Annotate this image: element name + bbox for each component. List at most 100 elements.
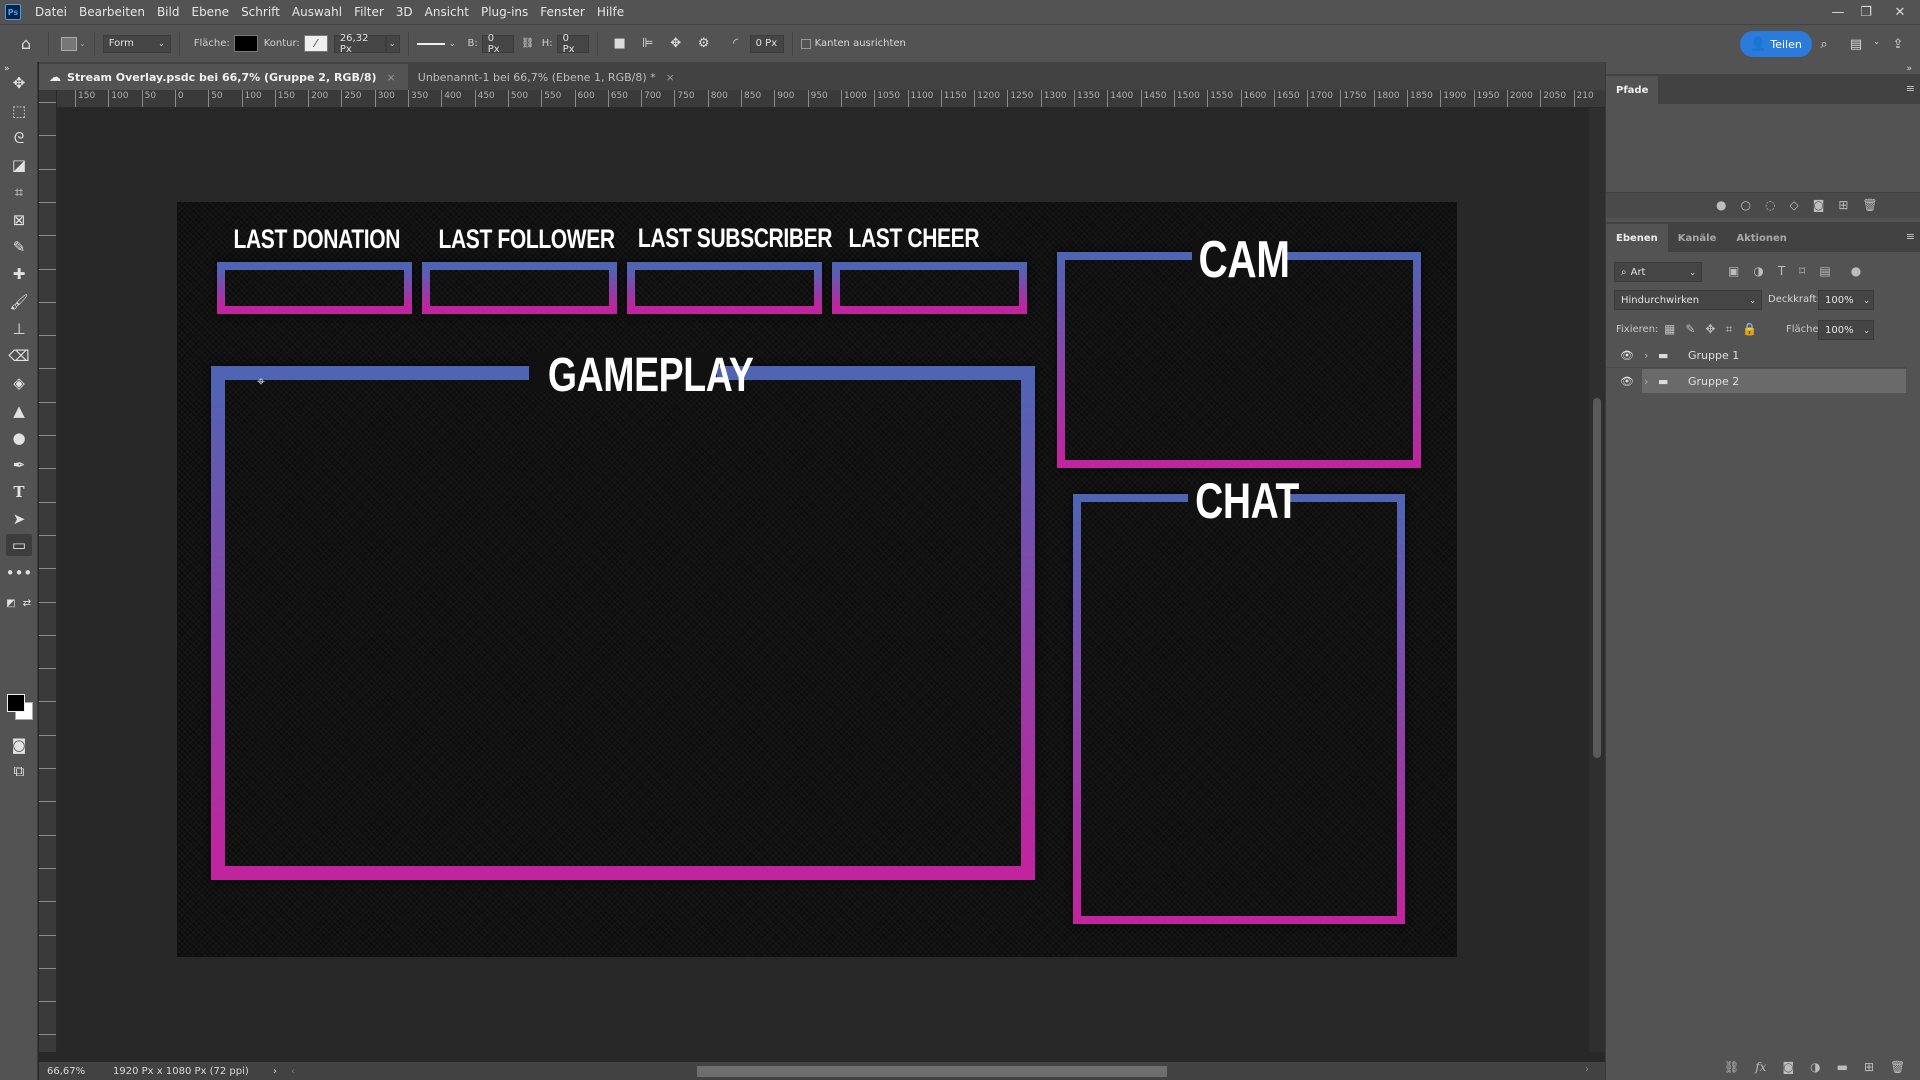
new-layer-icon[interactable]: ⊞ <box>1864 1060 1874 1074</box>
close-tab-icon[interactable]: × <box>387 71 396 84</box>
chevron-down-icon[interactable]: ⌄ <box>1873 37 1880 46</box>
tab-aktionen[interactable]: Aktionen <box>1726 224 1797 252</box>
vertical-ruler[interactable] <box>39 90 57 1052</box>
menu-ebene[interactable]: Ebene <box>191 5 229 19</box>
add-mask-icon[interactable]: ◙ <box>1813 198 1825 212</box>
search-icon[interactable]: ⌕ <box>1814 34 1834 54</box>
stamp-tool-icon[interactable]: ⊥ <box>6 318 32 340</box>
menu-datei[interactable]: Datei <box>35 5 67 19</box>
lock-artboard-icon[interactable]: ⌗ <box>1725 322 1732 337</box>
collapse-panels-icon[interactable]: » <box>1906 64 1912 74</box>
share-button[interactable]: 👤 Teilen <box>1740 31 1812 57</box>
stroke-color-swatch[interactable]: ⁄ <box>303 35 328 52</box>
menu-auswahl[interactable]: Auswahl <box>292 5 342 19</box>
new-group-icon[interactable]: ▬ <box>1837 1060 1848 1074</box>
restore-button[interactable]: ❐ <box>1852 0 1880 24</box>
dodge-tool-icon[interactable]: ● <box>6 427 32 449</box>
fill-color-swatch[interactable] <box>233 35 258 52</box>
menu-bild[interactable]: Bild <box>157 5 180 19</box>
menu-fenster[interactable]: Fenster <box>540 5 585 19</box>
tab-kanaele[interactable]: Kanäle <box>1668 224 1727 252</box>
path-alignment-icon[interactable]: ⊫ <box>638 34 658 54</box>
document-info[interactable]: 1920 Px x 1080 Px (72 ppi) <box>113 1066 273 1077</box>
eraser-tool-icon[interactable]: ⌫ <box>6 345 32 367</box>
screen-mode-icon[interactable]: ⧉ <box>6 760 32 782</box>
shape-tool-preset-icon[interactable] <box>61 36 77 51</box>
chevron-down-icon[interactable]: ⌄ <box>385 34 400 53</box>
scroll-right-icon[interactable]: › <box>1585 1064 1589 1075</box>
vertical-scroll-thumb[interactable] <box>1593 398 1601 758</box>
visibility-eye-icon[interactable]: 👁 <box>1620 349 1644 362</box>
menu-3d[interactable]: 3D <box>396 5 413 19</box>
blend-mode-select[interactable]: Hindurchwirken ⌄ <box>1614 290 1762 310</box>
type-layer-filter-icon[interactable]: T <box>1778 264 1785 278</box>
menu-schrift[interactable]: Schrift <box>241 5 280 19</box>
lock-all-icon[interactable]: 🔒 <box>1742 322 1757 337</box>
make-work-path-icon[interactable]: ◇ <box>1789 198 1798 212</box>
menu-plugins[interactable]: Plug-ins <box>481 5 528 19</box>
menu-hilfe[interactable]: Hilfe <box>597 5 624 19</box>
quick-mask-icon[interactable]: ◙ <box>6 734 32 756</box>
panel-menu-icon[interactable]: ≡ <box>1906 82 1915 95</box>
chevron-right-icon[interactable]: › <box>1644 375 1658 388</box>
healing-brush-tool-icon[interactable]: ✚ <box>6 263 32 285</box>
chevron-down-icon[interactable]: ⌄ <box>449 39 456 48</box>
workspace-icon[interactable]: ▤ <box>1846 34 1866 54</box>
load-selection-icon[interactable]: ◌ <box>1765 198 1775 212</box>
menu-ansicht[interactable]: Ansicht <box>425 5 469 19</box>
layer-row-gruppe-2[interactable]: 👁 › ▬ Gruppe 2 <box>1606 369 1906 393</box>
pen-tool-icon[interactable]: ✒ <box>6 454 32 476</box>
brush-tool-icon[interactable]: 🖌 <box>6 291 32 313</box>
align-edges-checkbox[interactable] <box>800 38 811 49</box>
layer-name[interactable]: Gruppe 2 <box>1688 375 1739 388</box>
tab-stream-overlay[interactable]: ☁ Stream Overlay.psdc bei 66,7% (Gruppe … <box>39 64 408 90</box>
fx-icon[interactable]: fx <box>1755 1060 1766 1074</box>
tab-ebenen[interactable]: Ebenen <box>1606 224 1668 252</box>
new-adjustment-layer-icon[interactable]: ◑ <box>1810 1060 1820 1074</box>
smart-object-filter-icon[interactable]: ▤ <box>1819 264 1830 278</box>
paint-bucket-tool-icon[interactable]: ◈ <box>6 372 32 394</box>
fill-path-icon[interactable]: ● <box>1716 198 1726 212</box>
move-tool-icon[interactable]: ✥ <box>6 72 32 94</box>
type-tool-icon[interactable]: T <box>6 481 32 503</box>
collapse-toolbar-icon[interactable]: » <box>4 64 10 74</box>
filter-toggle-icon[interactable]: ● <box>1851 264 1861 278</box>
add-layer-mask-icon[interactable]: ◙ <box>1782 1060 1794 1074</box>
horizontal-scroll-thumb[interactable] <box>697 1066 1167 1077</box>
stroke-path-icon[interactable]: ○ <box>1740 198 1750 212</box>
new-path-icon[interactable]: ⊞ <box>1838 198 1848 212</box>
layer-filter-select[interactable]: ⌕ Art ⌄ <box>1614 262 1702 282</box>
minimize-button[interactable]: — <box>1824 0 1852 24</box>
lock-transparent-pixels-icon[interactable]: ▦ <box>1664 322 1675 337</box>
vertical-scrollbar[interactable] <box>1589 108 1605 1052</box>
close-button[interactable]: ✕ <box>1880 0 1920 24</box>
horizontal-ruler[interactable]: 150 100 50 0 50 100 150 200 250 300 350 400 450 500 55… <box>57 90 1605 108</box>
zoom-level[interactable]: 66,67% <box>47 1066 103 1077</box>
home-icon[interactable]: ⌂ <box>16 34 36 54</box>
corner-radius-field[interactable]: 0 Px <box>749 34 784 53</box>
default-colors-icon[interactable]: ◩ <box>3 592 19 614</box>
opacity-field[interactable]: 100% ⌄ <box>1818 290 1874 310</box>
panel-menu-icon[interactable]: ≡ <box>1906 230 1915 243</box>
link-icon[interactable]: ⛓ <box>518 34 538 54</box>
lock-image-pixels-icon[interactable]: ✎ <box>1685 322 1695 337</box>
delete-layer-icon[interactable]: 🗑 <box>1890 1060 1905 1074</box>
chevron-down-icon[interactable]: ⌄ <box>79 39 86 48</box>
adjustment-layer-filter-icon[interactable]: ◑ <box>1753 264 1763 278</box>
path-selection-tool-icon[interactable]: ➤ <box>6 508 32 530</box>
visibility-eye-icon[interactable]: 👁 <box>1620 375 1644 388</box>
layer-row-gruppe-1[interactable]: 👁 › ▬ Gruppe 1 <box>1606 344 1906 368</box>
object-selection-tool-icon[interactable]: ◪ <box>6 154 32 176</box>
shape-layer-filter-icon[interactable]: ⌑ <box>1799 264 1805 278</box>
eyedropper-tool-icon[interactable]: ✎ <box>6 236 32 258</box>
crop-tool-icon[interactable]: ⌗ <box>6 181 32 203</box>
chevron-right-icon[interactable]: › <box>1644 349 1658 362</box>
lasso-tool-icon[interactable]: ᘓ <box>6 127 32 149</box>
sharpen-tool-icon[interactable]: ▲ <box>6 400 32 422</box>
chevron-right-icon[interactable]: › <box>273 1066 277 1077</box>
delete-path-icon[interactable]: 🗑 <box>1862 198 1877 212</box>
layer-name[interactable]: Gruppe 1 <box>1688 349 1739 362</box>
menu-bearbeiten[interactable]: Bearbeiten <box>79 5 145 19</box>
link-layers-icon[interactable]: ⛓ <box>1724 1060 1739 1074</box>
foreground-color-swatch[interactable] <box>7 694 25 712</box>
